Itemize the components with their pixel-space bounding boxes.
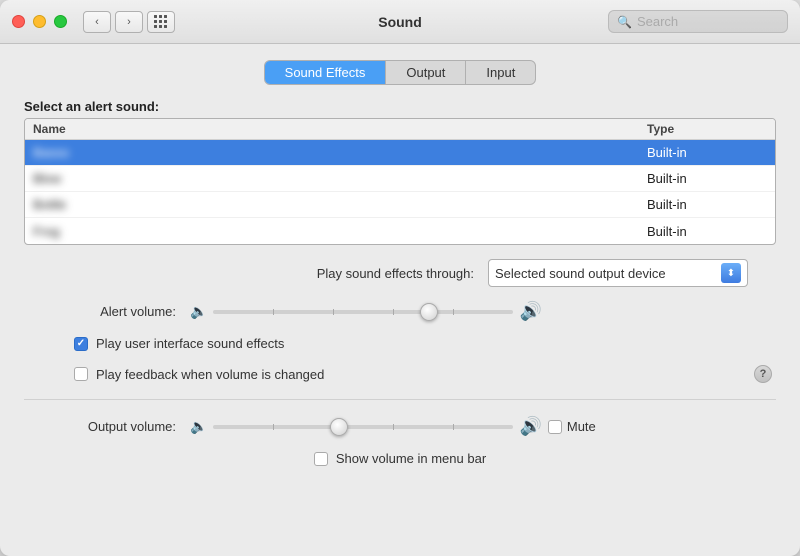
window-title: Sound [378, 14, 422, 30]
minimize-button[interactable] [33, 15, 46, 28]
alert-volume-row: Alert volume: 🔈 🔊 [24, 301, 776, 322]
sound-row[interactable]: Blow Built-in [25, 166, 775, 192]
sound-type: Built-in [647, 197, 767, 212]
back-button[interactable]: ‹ [83, 11, 111, 33]
window: ‹ › Sound 🔍 Search Sound Effects Output [0, 0, 800, 556]
sound-row[interactable]: Frog Built-in [25, 218, 775, 244]
titlebar: ‹ › Sound 🔍 Search [0, 0, 800, 44]
output-volume-slider[interactable] [213, 418, 513, 436]
search-placeholder: Search [637, 14, 678, 29]
content: Sound Effects Output Input Select an ale… [0, 44, 800, 556]
sound-list: Name Type Basso Built-in Blow Built-in B… [24, 118, 776, 245]
sound-name: Bottle [33, 197, 647, 212]
show-menu-bar-checkbox[interactable] [314, 452, 328, 466]
alert-sound-label: Select an alert sound: [24, 99, 776, 114]
tab-sound-effects[interactable]: Sound Effects [265, 61, 387, 84]
col-name-header: Name [33, 122, 647, 136]
ui-sound-effects-row: Play user interface sound effects [24, 336, 776, 351]
forward-button[interactable]: › [115, 11, 143, 33]
show-menu-bar-label: Show volume in menu bar [336, 451, 486, 466]
play-through-dropdown[interactable]: Selected sound output device ⬍ [488, 259, 748, 287]
sound-row[interactable]: Bottle Built-in [25, 192, 775, 218]
mute-label: Mute [567, 419, 596, 434]
sound-list-header: Name Type [25, 119, 775, 140]
tab-group: Sound Effects Output Input [264, 60, 537, 85]
volume-low-icon: 🔈 [190, 303, 207, 320]
show-menu-bar-row: Show volume in menu bar [24, 451, 776, 466]
sound-type: Built-in [647, 145, 767, 160]
sound-list-body: Basso Built-in Blow Built-in Bottle Buil… [25, 140, 775, 244]
feedback-volume-label: Play feedback when volume is changed [96, 367, 324, 382]
mute-checkbox[interactable] [548, 420, 562, 434]
output-volume-high-icon: 🔊 [519, 416, 541, 437]
search-icon: 🔍 [617, 15, 632, 29]
tabs: Sound Effects Output Input [24, 60, 776, 85]
alert-volume-label: Alert volume: [100, 304, 176, 319]
help-button[interactable]: ? [754, 365, 772, 383]
alert-volume-thumb[interactable] [420, 303, 438, 321]
ui-sound-effects-checkbox[interactable] [74, 337, 88, 351]
alert-sound-section: Select an alert sound: Name Type Basso B… [24, 99, 776, 245]
output-volume-low-icon: 🔈 [190, 418, 207, 435]
grid-button[interactable] [147, 11, 175, 33]
tab-output[interactable]: Output [386, 61, 466, 84]
maximize-button[interactable] [54, 15, 67, 28]
forward-icon: › [127, 16, 131, 28]
sound-name: Basso [33, 145, 647, 160]
feedback-volume-checkbox[interactable] [74, 367, 88, 381]
output-volume-label: Output volume: [88, 419, 176, 434]
mute-row: Mute [548, 419, 596, 434]
sound-name: Frog [33, 224, 647, 239]
sound-row[interactable]: Basso Built-in [25, 140, 775, 166]
dropdown-arrow-icon: ⬍ [721, 263, 741, 283]
traffic-lights [12, 15, 67, 28]
sound-name: Blow [33, 171, 647, 186]
back-icon: ‹ [95, 16, 99, 28]
dropdown-value: Selected sound output device [495, 266, 715, 281]
output-volume-thumb[interactable] [330, 418, 348, 436]
play-through-label: Play sound effects through: [317, 266, 474, 281]
feedback-volume-row: Play feedback when volume is changed ? [24, 365, 776, 383]
ui-sound-effects-label: Play user interface sound effects [96, 336, 284, 351]
nav-buttons: ‹ › [83, 11, 143, 33]
tab-input[interactable]: Input [466, 61, 535, 84]
divider [24, 399, 776, 400]
close-button[interactable] [12, 15, 25, 28]
search-bar[interactable]: 🔍 Search [608, 10, 788, 33]
alert-volume-slider[interactable] [213, 303, 513, 321]
output-volume-row: Output volume: 🔈 🔊 Mute [24, 416, 776, 437]
play-through-row: Play sound effects through: Selected sou… [24, 259, 776, 287]
sound-type: Built-in [647, 171, 767, 186]
sound-type: Built-in [647, 224, 767, 239]
col-type-header: Type [647, 122, 767, 136]
grid-icon [154, 15, 168, 29]
volume-high-icon: 🔊 [519, 301, 541, 322]
